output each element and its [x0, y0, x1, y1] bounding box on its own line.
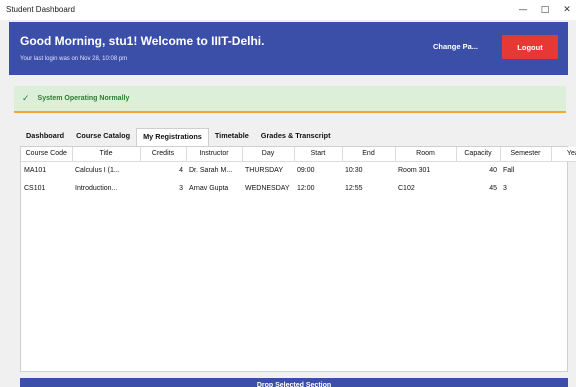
welcome-header: Good Morning, stu1! Welcome to IIIT-Delh…	[9, 22, 568, 75]
table-row[interactable]: CS101 Introduction... 3 Arnav Gupta WEDN…	[21, 179, 576, 197]
tab-grades-transcript[interactable]: Grades & Transcript	[255, 128, 337, 146]
cell-year: 2024	[551, 179, 576, 197]
tab-course-catalog[interactable]: Course Catalog	[70, 128, 136, 146]
column-header-title[interactable]: Title	[72, 147, 141, 162]
cell-room: Room 301	[398, 166, 431, 174]
column-header-year[interactable]: Year	[551, 147, 576, 162]
cell-semester: Fall	[503, 166, 515, 174]
change-password-button[interactable]: Change Pa...	[433, 39, 478, 55]
logout-button[interactable]: Logout	[502, 35, 558, 59]
cell-end: 12:55	[345, 184, 363, 192]
cell-start: 12:00	[297, 184, 315, 192]
cell-semester: 3	[503, 184, 507, 192]
column-header-instructor[interactable]: Instructor	[186, 147, 243, 162]
window-title: Student Dashboard	[6, 5, 75, 14]
cell-day: THURSDAY	[245, 166, 283, 174]
column-header-day[interactable]: Day	[242, 147, 295, 162]
tab-my-registrations[interactable]: My Registrations	[136, 128, 209, 146]
last-login-text: Your last login was on Nov 28, 10:08 pm	[20, 56, 128, 62]
cell-room: C102	[398, 184, 415, 192]
system-status-text: System Operating Normally	[37, 95, 130, 102]
system-status-banner: ✓ System Operating Normally	[14, 86, 566, 113]
column-header-room[interactable]: Room	[395, 147, 457, 162]
cell-instructor: Arnav Gupta	[189, 184, 229, 192]
registrations-table: Course Code Title Credits Instructor Day…	[21, 147, 576, 197]
column-header-end[interactable]: End	[342, 147, 396, 162]
table-header-row: Course Code Title Credits Instructor Day…	[21, 147, 576, 162]
cell-instructor: Dr. Sarah M...	[189, 166, 233, 174]
cell-year: 2024	[551, 161, 576, 179]
maximize-icon[interactable]: □	[534, 2, 556, 18]
main-tabs: Dashboard Course Catalog My Registration…	[20, 128, 337, 146]
cell-day: WEDNESDAY	[245, 184, 290, 192]
window-titlebar: Student Dashboard — □ ✕	[0, 0, 576, 20]
column-header-credits[interactable]: Credits	[140, 147, 187, 162]
column-header-start[interactable]: Start	[294, 147, 343, 162]
close-icon[interactable]: ✕	[556, 2, 576, 18]
column-header-capacity[interactable]: Capacity	[456, 147, 501, 162]
registrations-panel: Course Code Title Credits Instructor Day…	[20, 146, 576, 372]
tab-timetable[interactable]: Timetable	[209, 128, 255, 146]
greeting-text: Good Morning, stu1! Welcome to IIIT-Delh…	[20, 34, 265, 48]
column-header-semester[interactable]: Semester	[500, 147, 552, 162]
column-header-course-code[interactable]: Course Code	[21, 147, 73, 162]
cell-course-code: MA101	[24, 166, 47, 174]
cell-capacity: 45	[489, 184, 497, 192]
cell-credits: 3	[179, 184, 183, 192]
cell-course-code: CS101	[24, 184, 46, 192]
cell-credits: 4	[179, 166, 183, 174]
cell-capacity: 40	[489, 166, 497, 174]
cell-title: Calculus I (1...	[75, 166, 120, 174]
cell-title: Introduction...	[75, 184, 118, 192]
check-icon: ✓	[22, 93, 30, 104]
table-row[interactable]: MA101 Calculus I (1... 4 Dr. Sarah M... …	[21, 161, 576, 179]
tab-dashboard[interactable]: Dashboard	[20, 128, 70, 146]
drop-section-button[interactable]: Drop Selected Section	[20, 378, 568, 387]
cell-start: 09:00	[297, 166, 315, 174]
cell-end: 10:30	[345, 166, 363, 174]
minimize-icon[interactable]: —	[512, 2, 534, 18]
